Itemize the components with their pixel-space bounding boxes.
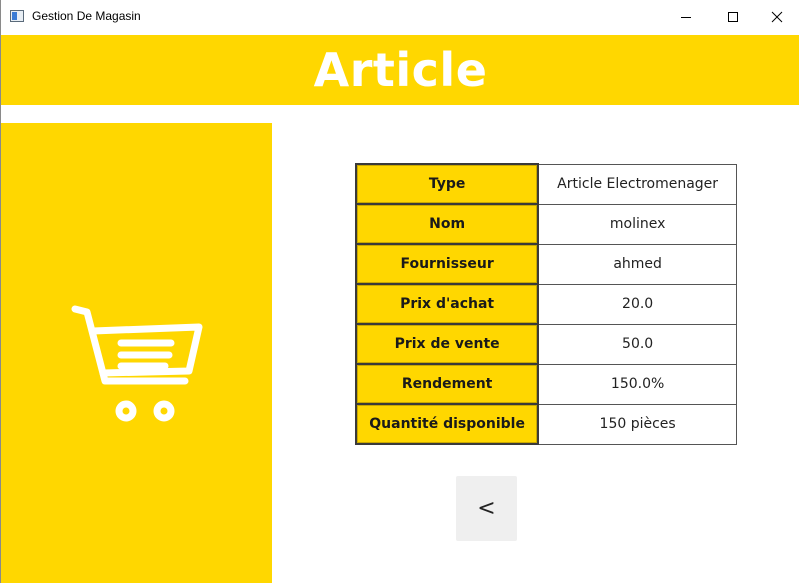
- minimize-icon: [681, 17, 691, 18]
- row-label-nom: Nom: [354, 203, 540, 245]
- row-value-type: Article Electromenager: [537, 163, 738, 205]
- back-button[interactable]: <: [456, 476, 517, 541]
- app-window: Gestion De Magasin Article Type Article …: [0, 0, 799, 583]
- table-row: Prix de vente 50.0: [354, 323, 738, 365]
- row-value-nom: molinex: [537, 203, 738, 245]
- app-icon: [10, 10, 24, 22]
- row-label-rendement: Rendement: [354, 363, 540, 405]
- table-row: Fournisseur ahmed: [354, 243, 738, 285]
- row-value-prix-vente: 50.0: [537, 323, 738, 365]
- row-label-prix-achat: Prix d'achat: [354, 283, 540, 325]
- table-row: Type Article Electromenager: [354, 163, 738, 205]
- left-panel: [1, 123, 272, 583]
- table-row: Rendement 150.0%: [354, 363, 738, 405]
- table-row: Prix d'achat 20.0: [354, 283, 738, 325]
- row-value-fournisseur: ahmed: [537, 243, 738, 285]
- row-value-prix-achat: 20.0: [537, 283, 738, 325]
- table-row: Quantité disponible 150 pièces: [354, 403, 738, 445]
- maximize-icon: [728, 12, 738, 22]
- row-label-type: Type: [354, 163, 540, 205]
- header-banner: Article: [1, 35, 799, 105]
- row-value-quantite: 150 pièces: [537, 403, 738, 445]
- row-label-fournisseur: Fournisseur: [354, 243, 540, 285]
- title-bar[interactable]: Gestion De Magasin: [1, 0, 799, 34]
- article-details-table: Type Article Electromenager Nom molinex …: [354, 163, 738, 445]
- shopping-cart-icon: [71, 305, 203, 422]
- row-value-rendement: 150.0%: [537, 363, 738, 405]
- maximize-button[interactable]: [710, 0, 756, 34]
- table-row: Nom molinex: [354, 203, 738, 245]
- window-title: Gestion De Magasin: [32, 9, 141, 23]
- row-label-quantite: Quantité disponible: [354, 403, 540, 445]
- row-label-prix-vente: Prix de vente: [354, 323, 540, 365]
- page-title: Article: [313, 43, 488, 97]
- close-button[interactable]: [754, 0, 799, 34]
- close-icon: [771, 11, 783, 23]
- minimize-button[interactable]: [663, 0, 709, 34]
